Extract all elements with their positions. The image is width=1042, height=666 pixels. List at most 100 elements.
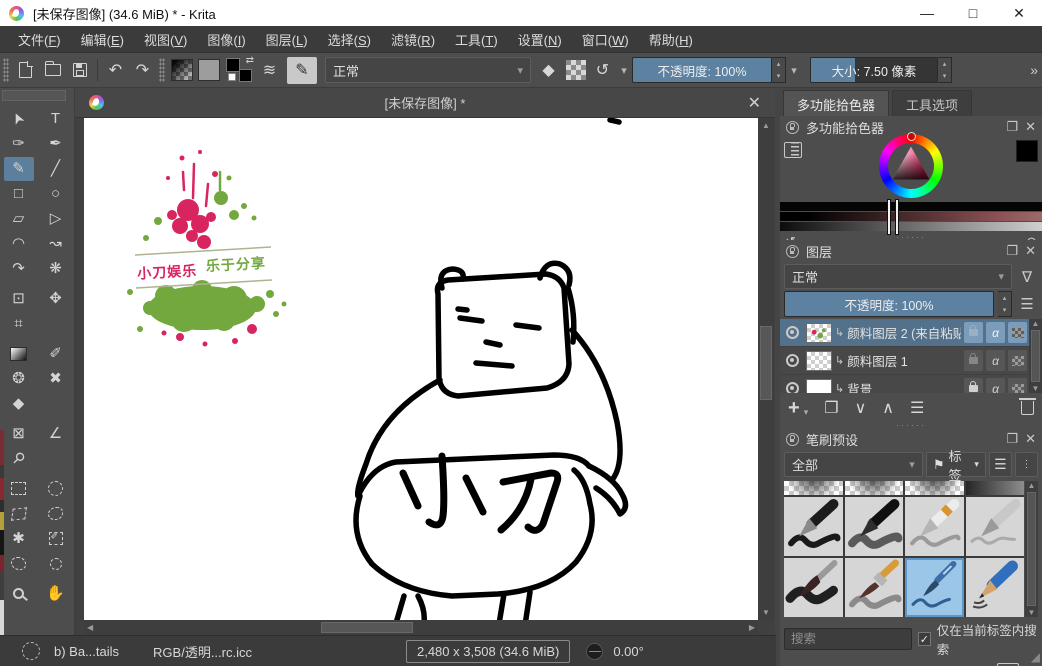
close-button[interactable]: ✕ — [996, 0, 1042, 26]
menu-item-v[interactable]: 视图(V) — [134, 30, 197, 49]
menu-item-h[interactable]: 帮助(H) — [639, 30, 703, 49]
layer-name[interactable]: 颜料图层 2 (来自粘贴) — [847, 323, 961, 342]
float-panel-icon[interactable]: ❐ — [1006, 431, 1018, 447]
hue-marker[interactable] — [907, 132, 916, 141]
pan-tool[interactable]: ✋ — [41, 582, 71, 606]
brush-preset-airbrush-dark[interactable] — [966, 481, 1025, 495]
brush-search-input[interactable] — [784, 628, 912, 650]
reference-images-tool[interactable]: ⚲ — [4, 447, 34, 471]
color-slider-2[interactable] — [780, 212, 1042, 221]
layer-scroll-thumb[interactable] — [1031, 330, 1040, 382]
layer-inherit-alpha-icon[interactable] — [1008, 322, 1027, 343]
menu-item-t[interactable]: 工具(T) — [445, 30, 508, 49]
brush-detail-button[interactable]: ⋮ — [1015, 452, 1038, 477]
edit-shapes-tool[interactable]: ✑ — [4, 132, 34, 156]
new-document-button[interactable] — [12, 57, 39, 84]
delete-layer-button[interactable] — [1021, 401, 1034, 415]
preserve-alpha-toggle[interactable] — [562, 57, 589, 84]
vertical-scroll-thumb[interactable] — [760, 326, 772, 400]
default-colors-swatch[interactable] — [228, 73, 236, 81]
foreground-background-colors[interactable]: ⇄ — [225, 57, 253, 83]
freehand-path-tool[interactable]: ↝ — [41, 232, 71, 256]
open-document-button[interactable] — [39, 57, 66, 84]
line-tool[interactable]: ╱ — [41, 157, 71, 181]
shape-select-tool[interactable]: ➤ — [4, 107, 34, 131]
horizontal-scroll-thumb[interactable] — [321, 622, 413, 633]
color-sliders[interactable] — [780, 202, 1042, 233]
brush-preset-airbrush-soft-3[interactable] — [905, 481, 964, 495]
layer-thumbnail[interactable] — [806, 323, 832, 343]
brush-preset-paintbrush-orange[interactable] — [845, 558, 904, 617]
ellipse-select-tool[interactable] — [41, 477, 71, 501]
opacity-dropdown-arrow[interactable]: ▾ — [786, 64, 802, 77]
scroll-down-icon[interactable]: ▼ — [1032, 384, 1040, 393]
brush-preset-airbrush-soft-1[interactable] — [784, 481, 843, 495]
slider-handle[interactable] — [888, 200, 890, 234]
undo-button[interactable]: ↶ — [102, 57, 129, 84]
float-panel-icon[interactable]: ❐ — [1006, 243, 1018, 259]
zoom-tool[interactable] — [4, 582, 34, 606]
layer-inherit-alpha-icon[interactable] — [1008, 378, 1027, 393]
menu-item-s[interactable]: 选择(S) — [318, 30, 381, 49]
move-tool[interactable]: ✥ — [41, 287, 71, 311]
layer-lock-icon[interactable] — [964, 378, 983, 393]
add-layer-dropdown-arrow[interactable]: ▾ — [804, 407, 809, 418]
fill-tool[interactable]: ◆ — [4, 392, 34, 416]
view-mode-button[interactable]: ☰ — [989, 452, 1012, 477]
layer-scrollbar[interactable]: ▲ ▼ — [1029, 319, 1042, 393]
layer-thumbnail[interactable] — [806, 379, 832, 394]
color-wheel[interactable] — [879, 134, 943, 198]
brush-preset-watercolor-blue[interactable] — [905, 558, 964, 617]
brush-preset-pen-silver[interactable] — [966, 497, 1025, 556]
rect-select-tool[interactable] — [4, 477, 34, 501]
menu-item-e[interactable]: 编辑(E) — [71, 30, 134, 49]
dock-tab-tool-options[interactable]: 工具选项 — [892, 90, 972, 116]
layer-name[interactable]: 颜料图层 1 — [847, 351, 961, 370]
statusbar-color-profile[interactable]: RGB/透明...rc.icc — [153, 642, 252, 661]
toolbox-grip[interactable] — [2, 90, 66, 101]
toolbar-grip[interactable] — [3, 58, 9, 82]
menu-item-f[interactable]: 文件(F) — [8, 30, 71, 49]
layer-inherit-alpha-icon[interactable] — [1008, 350, 1027, 371]
scroll-left-icon[interactable]: ◀ — [87, 623, 93, 632]
crop-tool[interactable]: ⌗ — [4, 312, 34, 336]
layer-visibility-icon[interactable] — [786, 382, 799, 393]
opacity-slider[interactable]: 不透明度: 100% — [632, 57, 772, 83]
maximize-button[interactable]: □ — [950, 0, 996, 26]
color-settings-icon[interactable] — [784, 142, 802, 158]
opacity-spinner[interactable]: ▴▾ — [772, 57, 786, 83]
close-panel-icon[interactable]: ✕ — [1025, 243, 1036, 259]
transform-tool[interactable]: ⊡ — [4, 287, 34, 311]
ellipse-tool[interactable]: ○ — [41, 182, 71, 206]
layer-thumbnail[interactable] — [806, 351, 832, 371]
layer-lock-icon[interactable] — [964, 322, 983, 343]
rotation-dial-icon[interactable] — [586, 643, 603, 660]
current-color-swatch[interactable] — [1016, 140, 1038, 162]
layer-properties-button[interactable]: ☰ — [910, 398, 924, 418]
layer-visibility-icon[interactable] — [786, 354, 799, 367]
layer-blending-mode-select[interactable]: 正常 ▾ — [784, 264, 1012, 289]
horizontal-scrollbar[interactable]: ◀ ▶ — [84, 620, 758, 635]
foreground-color-swatch[interactable] — [226, 58, 240, 72]
brush-scroll-thumb[interactable] — [1027, 492, 1036, 606]
scroll-up-icon[interactable]: ▲ — [762, 121, 770, 130]
background-color-swatch[interactable] — [239, 69, 252, 82]
brush-preset-ballpoint-white[interactable] — [905, 497, 964, 556]
color-slider-1[interactable] — [780, 202, 1042, 211]
dynamic-brush-tool[interactable]: ↷ — [4, 257, 34, 281]
duplicate-layer-button[interactable]: ❐ — [824, 398, 838, 418]
pattern-chooser[interactable] — [195, 57, 222, 84]
multibrush-tool[interactable]: ❋ — [41, 257, 71, 281]
scroll-right-icon[interactable]: ▶ — [749, 623, 755, 632]
smart-patch-tool[interactable]: ✖ — [41, 367, 71, 391]
layer-lock-icon[interactable] — [964, 350, 983, 371]
brush-preset-airbrush-soft-2[interactable] — [845, 481, 904, 495]
scroll-up-icon[interactable]: ▲ — [1028, 481, 1036, 490]
close-panel-icon[interactable]: ✕ — [1025, 431, 1036, 447]
slider-handle[interactable] — [896, 200, 898, 234]
minimize-button[interactable]: — — [904, 0, 950, 26]
brush-preset-ink-pen-black[interactable] — [784, 497, 843, 556]
layer-menu-icon[interactable]: ☰ — [1016, 295, 1038, 313]
close-panel-icon[interactable]: ✕ — [1025, 119, 1036, 135]
statusbar-brush-info[interactable]: b) Ba...tails — [54, 644, 119, 659]
